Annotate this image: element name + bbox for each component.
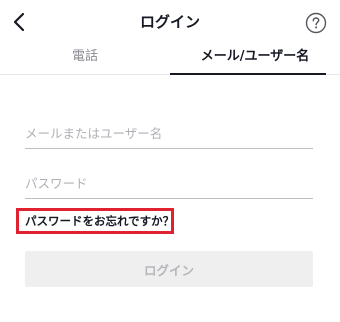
page-title: ログイン	[139, 13, 200, 31]
header-bar: ログイン	[0, 0, 340, 44]
help-button[interactable]	[305, 12, 327, 34]
active-tab-indicator	[170, 73, 326, 75]
username-field	[25, 120, 313, 149]
login-screen: ログイン 電話 メール/ユーザー名 パスワードをお忘れですか？ ログイン	[0, 0, 340, 322]
question-circle-icon	[305, 12, 327, 34]
login-button[interactable]: ログイン	[25, 251, 313, 287]
login-method-tabs: 電話 メール/ユーザー名	[0, 44, 340, 75]
password-field	[25, 170, 313, 199]
username-input[interactable]	[25, 120, 313, 146]
tab-phone[interactable]: 電話	[0, 44, 170, 74]
tab-email-username[interactable]: メール/ユーザー名	[170, 44, 340, 74]
password-input[interactable]	[25, 170, 313, 196]
forgot-password-link[interactable]: パスワードをお忘れですか？	[25, 214, 174, 228]
